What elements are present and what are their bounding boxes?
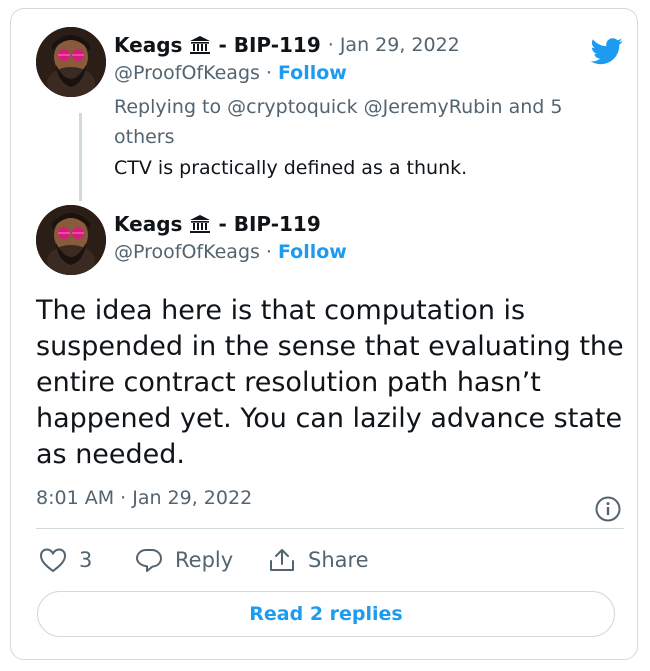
reply-button[interactable]: Reply	[135, 547, 233, 573]
like-count: 3	[79, 548, 93, 572]
tweet-text-line: as needed.	[36, 439, 186, 470]
avatar-portrait-icon	[36, 205, 106, 275]
bank-building-icon	[190, 36, 211, 54]
reply-bubble-icon	[136, 549, 162, 572]
tweet-text-line: happened yet. You can lazily advance sta…	[36, 403, 623, 434]
replying-to: Replying to @cryptoquick @JeremyRubin an…	[114, 92, 562, 152]
tweet-timestamp[interactable]: 8:01 AM · Jan 29, 2022	[36, 487, 252, 509]
main-handle[interactable]: @ProofOfKeags	[114, 241, 260, 263]
parent-author-line: Keags - BIP-119 · Jan 29, 2022	[114, 33, 460, 57]
main-author-suffix: - BIP-119	[218, 212, 321, 236]
reply-label: Reply	[175, 548, 234, 572]
main-avatar[interactable]	[36, 205, 106, 275]
main-separator: ·	[265, 241, 272, 263]
parent-author-name[interactable]: Keags	[114, 33, 182, 57]
twitter-bird-icon[interactable]	[589, 35, 625, 67]
thread-connector-line	[79, 113, 82, 201]
divider	[36, 528, 624, 529]
parent-follow-button[interactable]: Follow	[278, 62, 347, 84]
main-tweet-text: The idea here is that computation is sus…	[36, 293, 624, 473]
avatar-portrait-icon	[36, 27, 106, 97]
parent-author-suffix: - BIP-119	[218, 33, 321, 57]
main-author-name[interactable]: Keags	[114, 212, 182, 236]
replying-to-line2[interactable]: others	[114, 122, 562, 152]
share-label: Share	[308, 548, 369, 572]
main-author-line: Keags - BIP-119	[114, 212, 321, 236]
parent-date[interactable]: · Jan 29, 2022	[328, 34, 460, 56]
like-button[interactable]: 3	[39, 547, 92, 573]
parent-handle-line: @ProofOfKeags · Follow	[114, 62, 347, 84]
main-handle-line: @ProofOfKeags · Follow	[114, 241, 347, 263]
tweet-text-line: suspended in the sense that evaluating t…	[36, 331, 624, 362]
heart-icon	[39, 548, 67, 573]
share-button[interactable]: Share	[268, 547, 369, 573]
tweet-embed-card: Keags - BIP-119 · Jan 29, 2022 @ProofOfK…	[10, 8, 638, 660]
parent-avatar[interactable]	[36, 27, 106, 97]
replying-to-line1[interactable]: Replying to @cryptoquick @JeremyRubin an…	[114, 92, 562, 122]
read-replies-label: Read 2 replies	[249, 603, 403, 625]
parent-tweet-text: CTV is practically defined as a thunk.	[114, 157, 468, 179]
parent-handle[interactable]: @ProofOfKeags	[114, 62, 260, 84]
parent-separator: ·	[265, 62, 272, 84]
info-icon[interactable]	[594, 495, 622, 523]
bank-building-icon	[190, 215, 211, 233]
tweet-text-line: The idea here is that computation is	[36, 295, 526, 326]
share-upload-icon	[270, 549, 294, 571]
tweet-text-line: entire contract resolution path hasn’t	[36, 367, 541, 398]
main-follow-button[interactable]: Follow	[278, 241, 347, 263]
read-replies-button[interactable]: Read 2 replies	[37, 591, 615, 637]
